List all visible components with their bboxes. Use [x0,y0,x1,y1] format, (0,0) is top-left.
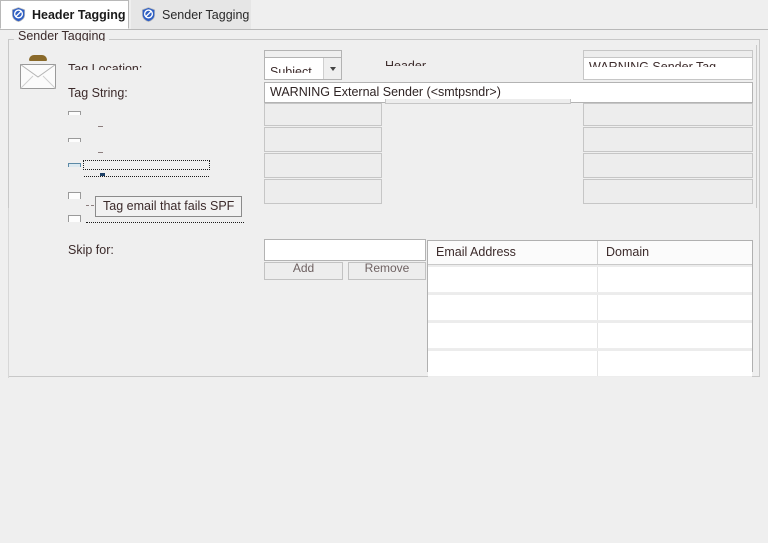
column-header-domain[interactable]: Domain [598,241,752,264]
tag-string-label: Tag String: [68,86,128,100]
group-left-edge [8,208,9,378]
skip-for-input[interactable] [264,239,426,261]
tag-location-select-value: Subject [270,64,312,73]
checkbox-row-1[interactable] [68,111,81,115]
block-shield-icon [11,7,26,22]
table-row[interactable] [428,351,752,377]
remove-button-label: Remove [364,262,410,275]
tab-sender-tagging[interactable]: Sender Tagging [131,0,251,29]
cell-email-address [428,323,598,348]
checkbox-row-2-label-remnant [98,152,103,153]
checkbox-row-5-label-remnant-2 [91,205,94,206]
sender-tag-field[interactable]: WARNING Sender Tag [583,57,753,80]
right-field-4[interactable] [583,179,753,204]
cell-email-address [428,351,598,376]
table-header-row: Email Address Domain [428,241,752,265]
add-button[interactable]: Add [264,262,343,280]
checkbox-row-4-glyph-remnant [100,173,105,176]
middle-field-sliver[interactable] [385,99,571,104]
tag-location-label: Tag Location: [68,62,143,70]
checkbox-row-3[interactable] [68,163,81,167]
skip-for-label: Skip for: [68,243,114,257]
sender-tagging-group-title: Sender Tagging [14,30,110,41]
checkbox-row-3-focus-ring [83,160,210,170]
table-row[interactable] [428,267,752,293]
cell-domain [598,351,752,376]
right-field-1[interactable] [583,103,753,126]
settings-dialog: Header Tagging Sender Tagging Sender Tag… [0,0,768,543]
sender-tag-field-value: WARNING Sender Tag [589,61,716,67]
envelope-glyph [20,64,56,89]
cell-domain [598,295,752,320]
skip-for-table: Email Address Domain [427,240,753,377]
right-field-2[interactable] [583,127,753,152]
left-field-3[interactable] [264,153,382,178]
block-shield-icon [141,7,156,22]
cell-email-address [428,295,598,320]
left-field-2[interactable] [264,127,382,152]
header-column-label: Header [385,60,426,66]
envelope-flap-ornament [29,55,47,61]
checkbox-row-2[interactable] [68,138,81,142]
chevron-down-icon[interactable] [323,58,341,79]
tab-bar: Header Tagging Sender Tagging [0,0,768,30]
checkbox-row-6-label-remnant [86,222,244,223]
checkbox-row-6[interactable] [68,215,81,222]
checkbox-row-4-label-remnant [84,176,209,177]
table-row[interactable] [428,295,752,321]
tooltip: Tag email that fails SPF [95,196,243,217]
cell-domain [598,267,752,292]
checkbox-row-5-label-remnant [86,205,89,206]
tab-sender-tagging-label: Sender Tagging [162,7,250,22]
column-header-email-address[interactable]: Email Address [428,241,598,264]
checkbox-row-5[interactable] [68,192,81,199]
checkbox-row-1-label-remnant [98,126,103,127]
cell-domain [598,323,752,348]
remove-button[interactable]: Remove [348,262,426,280]
panel-divider [756,45,757,208]
tab-header-tagging-label: Header Tagging [32,7,126,22]
tag-location-select[interactable]: Subject [264,57,342,80]
cell-email-address [428,267,598,292]
table-row[interactable] [428,323,752,349]
add-button-label: Add [292,262,315,275]
tab-header-tagging[interactable]: Header Tagging [0,0,129,29]
left-field-4[interactable] [264,179,382,204]
right-field-3[interactable] [583,153,753,178]
envelope-icon [18,55,58,91]
left-field-1[interactable] [264,103,382,126]
